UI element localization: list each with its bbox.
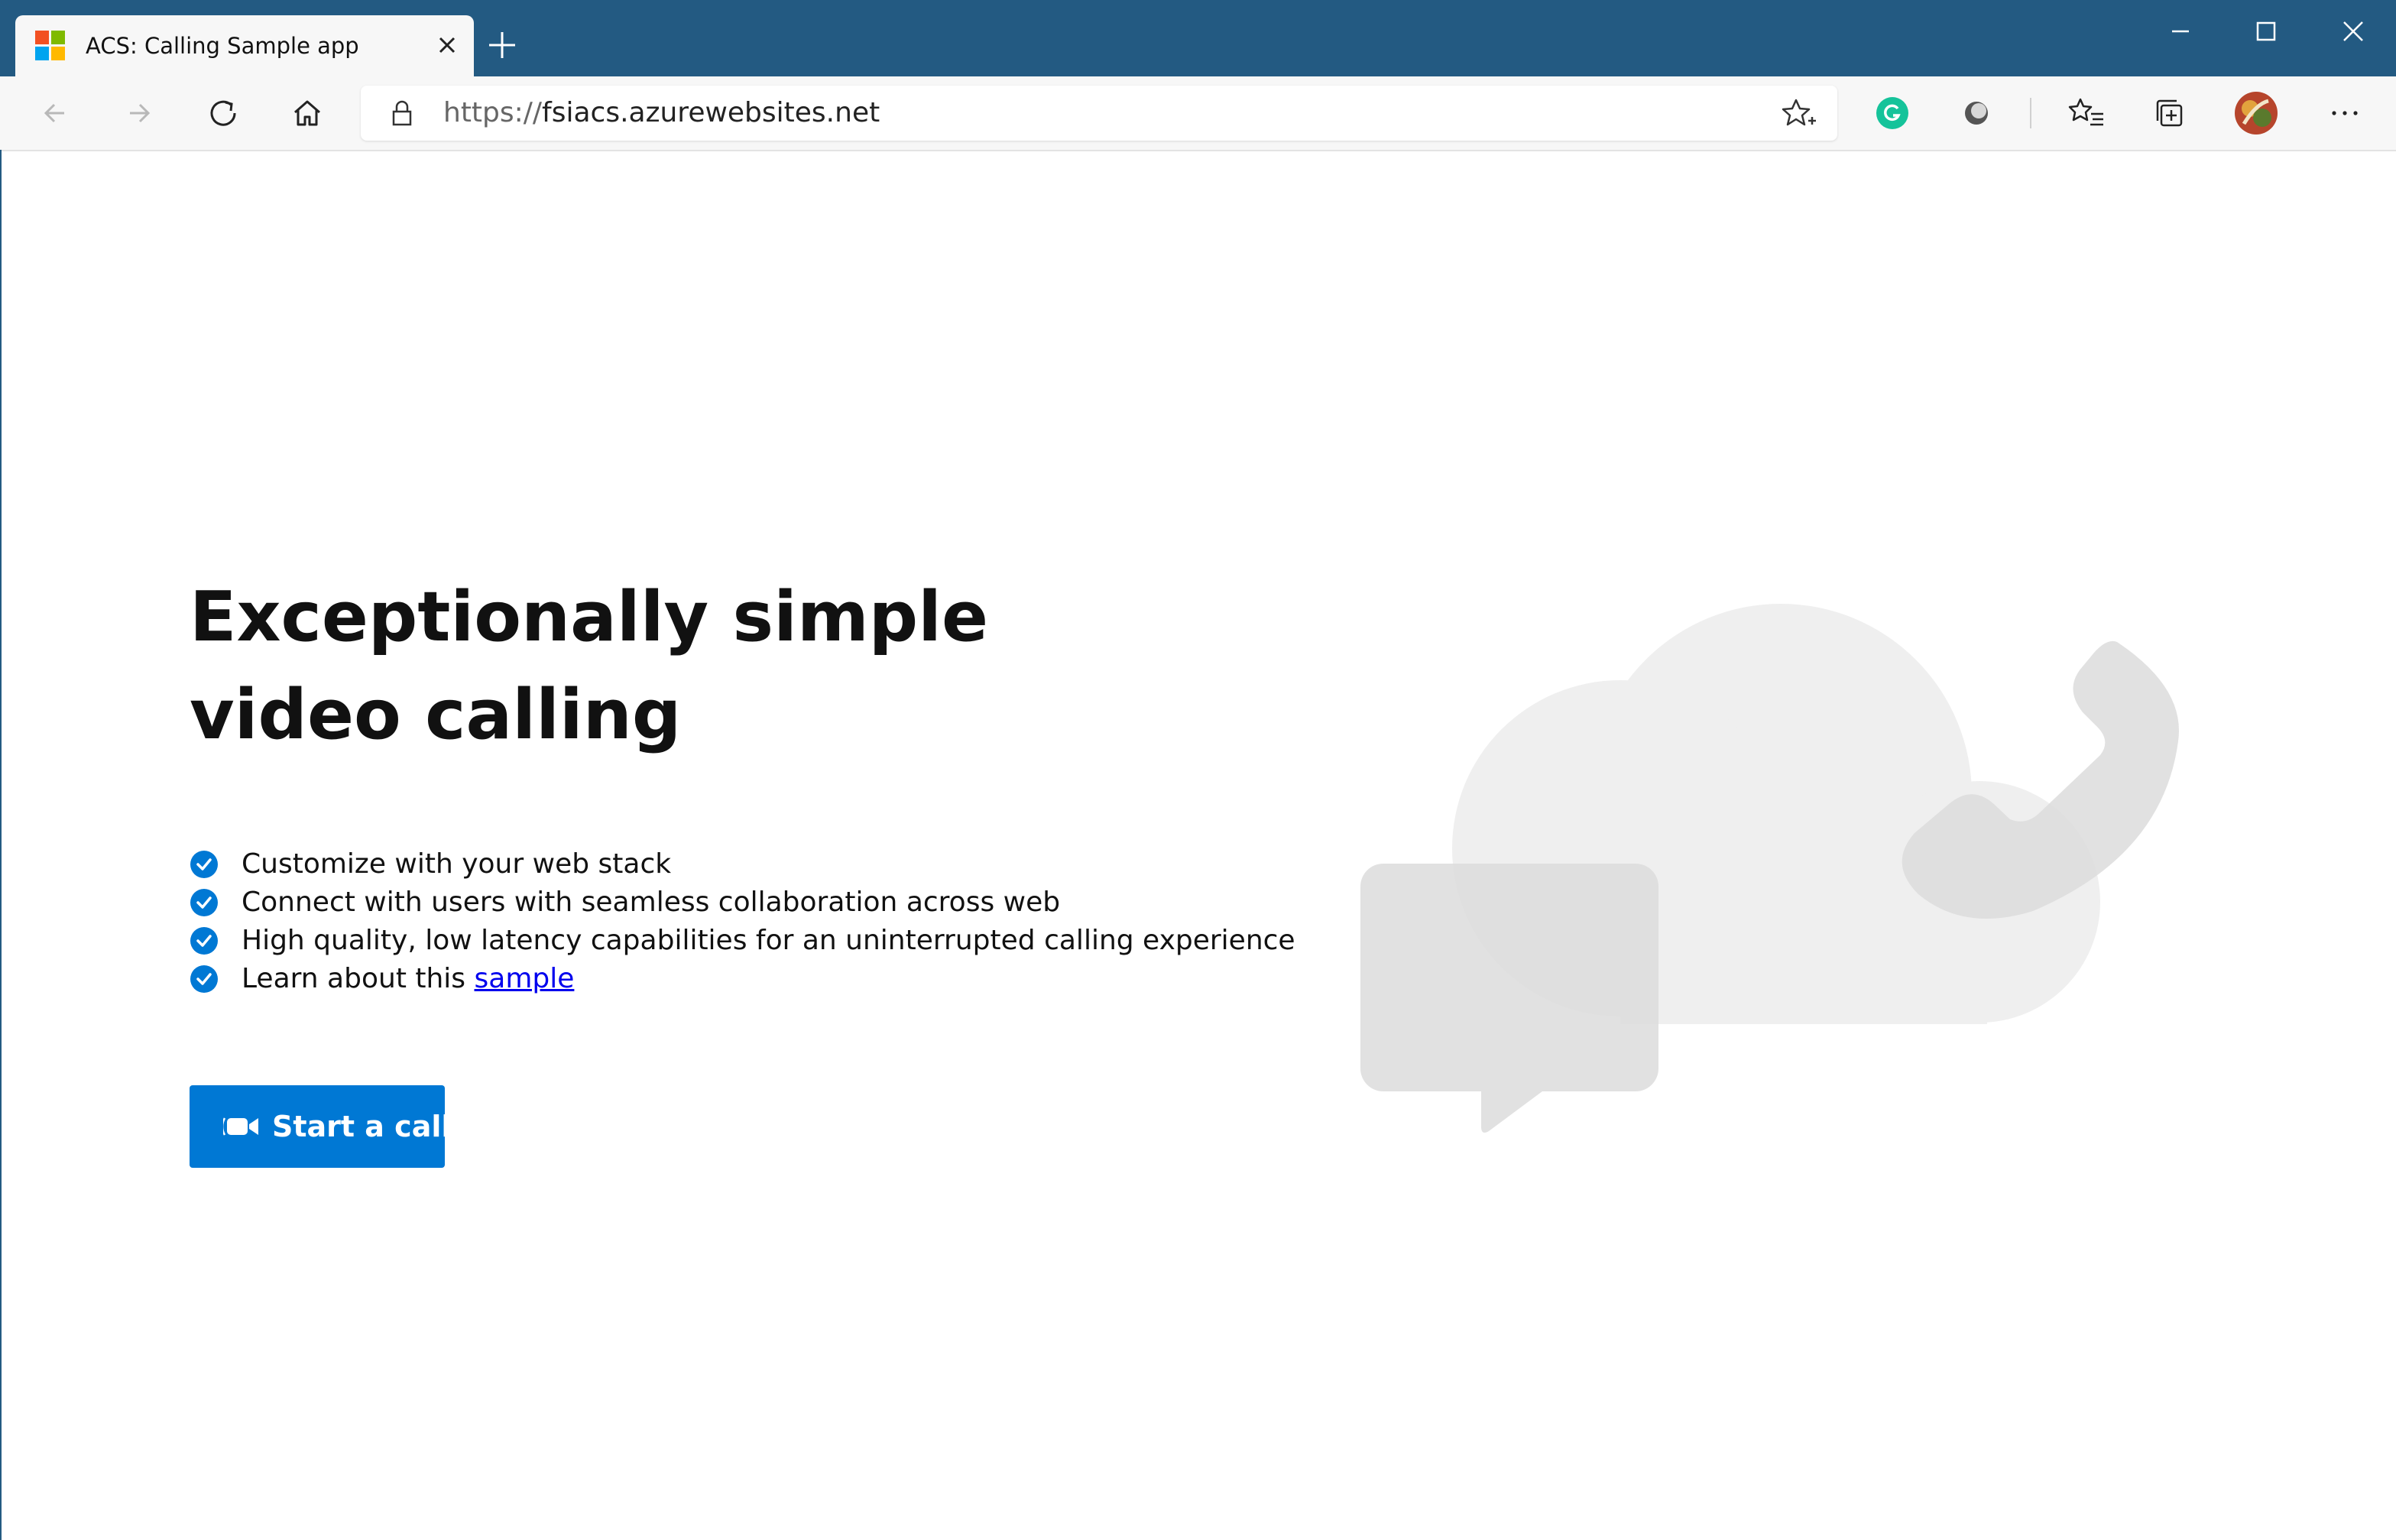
page-headline: Exceptionally simple video calling	[190, 577, 989, 755]
grammarly-icon[interactable]	[1871, 92, 1914, 135]
feature-item: Learn about this sample	[190, 960, 1295, 998]
arrow-right-icon[interactable]	[118, 92, 160, 135]
refresh-icon[interactable]	[202, 92, 245, 135]
video-camera-icon	[223, 1117, 258, 1136]
address-bar[interactable]: https://fsiacs.azurewebsites.net	[361, 86, 1837, 141]
feature-item: High quality, low latency capabilities f…	[190, 922, 1295, 960]
feature-item: Customize with your web stack	[190, 845, 1295, 883]
more-icon[interactable]	[2323, 92, 2366, 135]
home-icon[interactable]	[286, 92, 329, 135]
toolbar-separator	[2030, 98, 2031, 128]
check-circle-icon	[190, 965, 218, 993]
browser-tab[interactable]: ACS: Calling Sample app	[15, 15, 474, 76]
feature-list: Customize with your web stack Connect wi…	[190, 845, 1295, 998]
arrow-left-icon[interactable]	[34, 92, 76, 135]
check-circle-icon	[190, 851, 218, 878]
microsoft-logo-icon	[35, 31, 66, 61]
favorites-icon[interactable]	[2065, 92, 2108, 135]
extension-icon[interactable]	[1955, 92, 1998, 135]
lock-icon	[392, 100, 412, 126]
start-call-label: Start a call	[272, 1110, 452, 1143]
minimize-icon[interactable]	[2161, 12, 2200, 50]
collections-icon[interactable]	[2149, 92, 2192, 135]
avatar[interactable]	[2233, 90, 2279, 136]
check-circle-icon	[190, 927, 218, 955]
plus-icon[interactable]	[483, 26, 521, 64]
close-icon[interactable]	[2334, 12, 2372, 50]
check-circle-icon	[190, 889, 218, 916]
browser-title-bar: ACS: Calling Sample app	[0, 0, 2396, 76]
speech-bubble-shape	[1360, 864, 1658, 1133]
close-icon[interactable]	[428, 26, 466, 64]
cloud-chat-phone-illustration	[1360, 604, 2179, 1133]
window-border	[0, 150, 2, 1540]
star-add-icon[interactable]	[1776, 92, 1819, 135]
sample-link[interactable]: sample	[475, 963, 575, 994]
start-call-button[interactable]: Start a call	[190, 1085, 451, 1168]
feature-item: Connect with users with seamless collabo…	[190, 883, 1295, 922]
tab-title: ACS: Calling Sample app	[86, 33, 359, 59]
maximize-icon[interactable]	[2247, 12, 2285, 50]
url-text[interactable]: https://fsiacs.azurewebsites.net	[443, 95, 880, 131]
browser-toolbar: https://fsiacs.azurewebsites.net	[0, 76, 2396, 151]
